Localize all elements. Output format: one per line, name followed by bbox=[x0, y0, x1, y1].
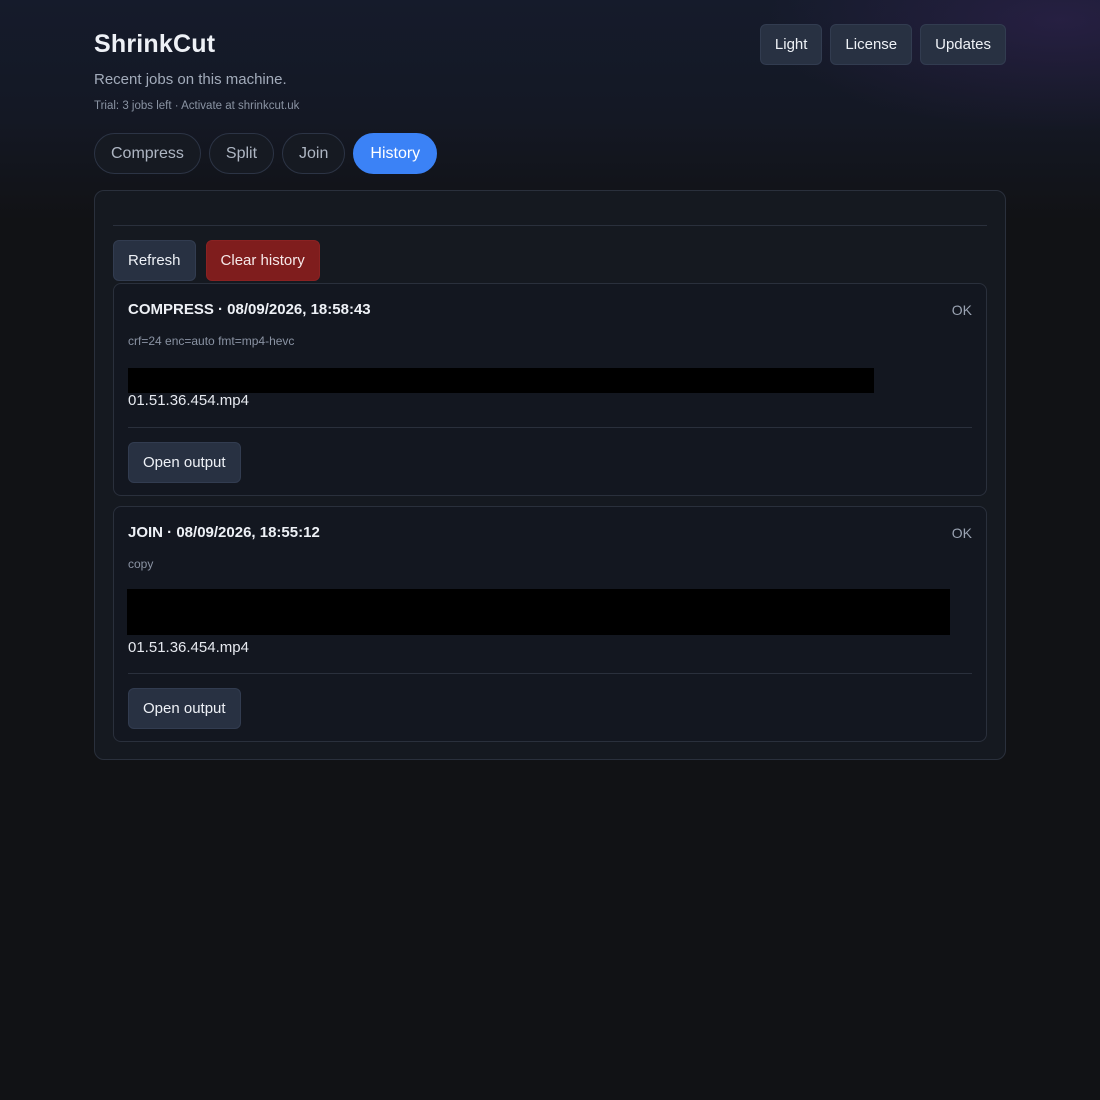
job-output-file: 01.51.36.454.mp4 bbox=[128, 392, 249, 409]
top-actions: Light License Updates bbox=[759, 24, 1006, 65]
tab-split[interactable]: Split bbox=[208, 133, 275, 174]
history-actions: Refresh Clear history bbox=[113, 240, 320, 281]
updates-button[interactable]: Updates bbox=[920, 24, 1006, 65]
tab-join[interactable]: Join bbox=[282, 133, 346, 174]
open-output-button[interactable]: Open output bbox=[128, 442, 241, 483]
license-button[interactable]: License bbox=[830, 24, 913, 65]
job-status: OK bbox=[951, 525, 972, 541]
history-job-card: JOIN · 08/09/2026, 18:55:12 OK copy 01.5… bbox=[113, 506, 987, 742]
history-job-card: COMPRESS · 08/09/2026, 18:58:43 OK crf=2… bbox=[113, 283, 987, 496]
app-container: ShrinkCut Recent jobs on this machine. T… bbox=[94, 0, 1006, 760]
job-params: crf=24 enc=auto fmt=mp4-hevc bbox=[128, 334, 295, 348]
mode-tabs: Compress Split Join History bbox=[94, 133, 438, 174]
trial-notice: Trial: 3 jobs left · Activate at shrinkc… bbox=[94, 100, 300, 112]
job-params: copy bbox=[128, 557, 154, 571]
page-subtitle: Recent jobs on this machine. bbox=[94, 71, 287, 88]
job-divider bbox=[128, 427, 972, 428]
app-title: ShrinkCut bbox=[94, 30, 216, 58]
job-divider bbox=[128, 673, 972, 674]
tab-compress[interactable]: Compress bbox=[94, 133, 201, 174]
panel-divider bbox=[113, 225, 987, 226]
header: ShrinkCut Recent jobs on this machine. T… bbox=[94, 0, 1006, 133]
redacted-path bbox=[128, 368, 874, 393]
refresh-button[interactable]: Refresh bbox=[113, 240, 196, 281]
job-status: OK bbox=[951, 302, 972, 318]
theme-toggle-button[interactable]: Light bbox=[759, 24, 823, 65]
job-output-file: 01.51.36.454.mp4 bbox=[128, 639, 249, 656]
tab-history[interactable]: History bbox=[353, 133, 438, 174]
clear-history-button[interactable]: Clear history bbox=[205, 240, 320, 281]
job-title: COMPRESS · 08/09/2026, 18:58:43 bbox=[128, 301, 371, 318]
history-panel: Refresh Clear history COMPRESS · 08/09/2… bbox=[94, 190, 1006, 760]
open-output-button[interactable]: Open output bbox=[128, 688, 241, 729]
job-title: JOIN · 08/09/2026, 18:55:12 bbox=[128, 524, 320, 541]
redacted-path bbox=[127, 589, 950, 635]
